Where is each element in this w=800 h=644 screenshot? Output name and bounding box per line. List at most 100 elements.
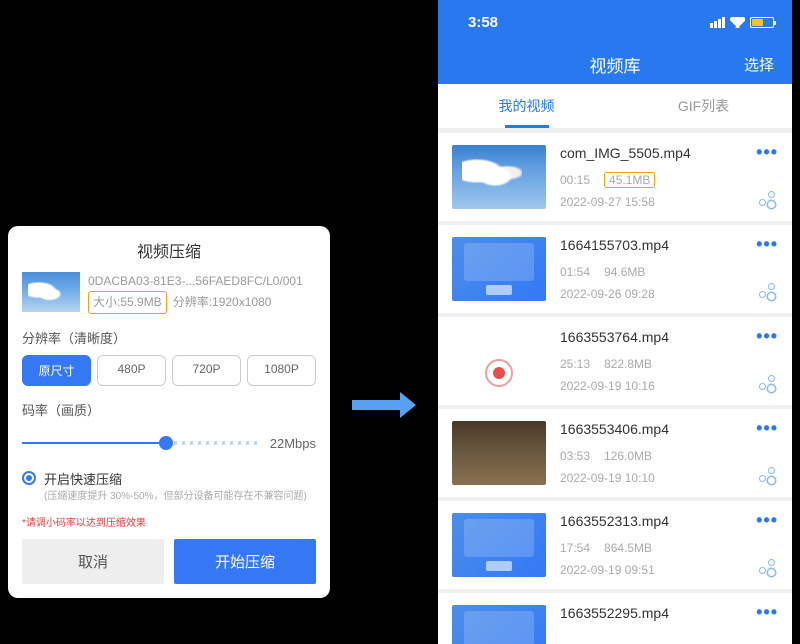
res-option-720p[interactable]: 720P <box>172 355 241 386</box>
video-meta: com_IMG_5505.mp4 00:15 45.1MB 2022-09-27 15… <box>560 145 756 209</box>
more-icon[interactable]: ••• <box>756 515 778 525</box>
list-item[interactable]: 1664155703.mp4 01:54 94.6MB 2022-09-26 09:2… <box>438 225 792 313</box>
video-stats: 03:53 126.0MB <box>560 449 756 463</box>
video-thumbnail <box>452 329 546 393</box>
video-stats: 17:54 864.5MB <box>560 541 756 555</box>
video-meta: 1663553764.mp4 25:13 822.8MB 2022-09-19 10:… <box>560 329 756 393</box>
more-icon[interactable]: ••• <box>756 331 778 341</box>
radio-checked-icon <box>22 471 36 485</box>
bitrate-section-label: 码率（画质） <box>22 400 316 419</box>
video-thumbnail <box>452 145 546 209</box>
dialog-title: 视频压缩 <box>22 238 316 262</box>
start-compress-button[interactable]: 开始压缩 <box>174 539 316 584</box>
more-icon[interactable]: ••• <box>756 147 778 157</box>
video-size: 126.0MB <box>604 449 652 463</box>
bitrate-slider-row: 22Mbps <box>22 433 316 453</box>
status-bar: 3:58 <box>438 0 792 44</box>
file-thumbnail <box>22 272 80 312</box>
video-filename: 1663553764.mp4 <box>560 329 756 345</box>
share-icon[interactable] <box>759 191 775 207</box>
bitrate-slider[interactable] <box>22 433 262 453</box>
signal-icon <box>710 17 725 28</box>
warning-text: *请调小码率以达到压缩效果 <box>22 514 316 529</box>
video-date: 2022-09-26 09:28 <box>560 287 756 301</box>
list-item[interactable]: 1663553764.mp4 25:13 822.8MB 2022-09-19 10:… <box>438 317 792 405</box>
more-icon[interactable]: ••• <box>756 423 778 433</box>
video-filename: 1663552313.mp4 <box>560 513 756 529</box>
video-thumbnail <box>452 605 546 644</box>
res-option-original[interactable]: 原尺寸 <box>22 355 91 386</box>
video-duration: 01:54 <box>560 265 590 279</box>
video-duration: 25:13 <box>560 357 590 371</box>
dialog-buttons: 取消 开始压缩 <box>22 539 316 584</box>
video-stats: 25:13 822.8MB <box>560 357 756 371</box>
fast-compress-sub: (压缩速度提升 30%-50%，但部分设备可能存在不兼容问题) <box>44 490 307 504</box>
share-icon[interactable] <box>759 283 775 299</box>
file-info: 0DACBA03-81E3-...56FAED8FC/L0/001 大小:55.… <box>22 272 316 314</box>
select-button[interactable]: 选择 <box>744 54 774 75</box>
video-date: 2022-09-19 09:51 <box>560 563 756 577</box>
list-item[interactable]: com_IMG_5505.mp4 00:15 45.1MB 2022-09-27 15… <box>438 133 792 221</box>
phone-screen: 3:58 视频库 选择 我的视频 GIF列表 com_IMG_5505.mp4 0… <box>438 0 792 644</box>
cancel-button[interactable]: 取消 <box>22 539 164 584</box>
video-stats: 01:54 94.6MB <box>560 265 756 279</box>
item-actions: ••• <box>756 421 778 485</box>
video-meta: 1663553406.mp4 03:53 126.0MB 2022-09-19 10:… <box>560 421 756 485</box>
video-duration: 17:54 <box>560 541 590 555</box>
video-size: 864.5MB <box>604 541 652 555</box>
compression-dialog: 视频压缩 0DACBA03-81E3-...56FAED8FC/L0/001 大… <box>8 226 330 598</box>
item-actions: ••• <box>756 605 778 644</box>
video-meta: 1664155703.mp4 01:54 94.6MB 2022-09-26 09:2… <box>560 237 756 301</box>
status-time: 3:58 <box>468 14 498 31</box>
resolution-options: 原尺寸 480P 720P 1080P <box>22 355 316 386</box>
video-thumbnail <box>452 421 546 485</box>
wifi-icon <box>730 17 745 28</box>
share-icon[interactable] <box>759 559 775 575</box>
video-stats: 00:15 45.1MB <box>560 172 756 188</box>
item-actions: ••• <box>756 237 778 301</box>
video-thumbnail <box>452 237 546 301</box>
file-size-highlight: 大小:55.9MB <box>88 291 167 314</box>
more-icon[interactable]: ••• <box>756 607 778 617</box>
video-date: 2022-09-19 10:16 <box>560 379 756 393</box>
video-size: 45.1MB <box>604 172 655 188</box>
fast-compress-option[interactable]: 开启快速压缩 (压缩速度提升 30%-50%，但部分设备可能存在不兼容问题) <box>22 469 316 504</box>
item-actions: ••• <box>756 145 778 209</box>
fast-compress-label: 开启快速压缩 <box>44 469 307 488</box>
video-thumbnail <box>452 513 546 577</box>
video-meta: 1663552295.mp4 <box>560 605 756 644</box>
resolution-section-label: 分辨率（清晰度） <box>22 328 316 347</box>
video-filename: com_IMG_5505.mp4 <box>560 145 756 161</box>
share-icon[interactable] <box>759 467 775 483</box>
tabs: 我的视频 GIF列表 <box>438 84 792 129</box>
video-meta: 1663552313.mp4 17:54 864.5MB 2022-09-19 09:… <box>560 513 756 577</box>
bitrate-value: 22Mbps <box>270 436 316 451</box>
video-size: 94.6MB <box>604 265 645 279</box>
item-actions: ••• <box>756 513 778 577</box>
list-item[interactable]: 1663553406.mp4 03:53 126.0MB 2022-09-19 10:… <box>438 409 792 497</box>
video-date: 2022-09-27 15:58 <box>560 195 756 209</box>
video-filename: 1663552295.mp4 <box>560 605 756 621</box>
file-path: 0DACBA03-81E3-...56FAED8FC/L0/001 <box>88 272 316 291</box>
arrow-right-icon <box>352 390 416 420</box>
more-icon[interactable]: ••• <box>756 239 778 249</box>
tab-gif-list[interactable]: GIF列表 <box>615 84 792 128</box>
list-item[interactable]: 1663552313.mp4 17:54 864.5MB 2022-09-19 09:… <box>438 501 792 589</box>
res-option-480p[interactable]: 480P <box>97 355 166 386</box>
item-actions: ••• <box>756 329 778 393</box>
video-duration: 03:53 <box>560 449 590 463</box>
file-resolution: 分辨率:1920x1080 <box>173 293 272 312</box>
video-date: 2022-09-19 10:10 <box>560 471 756 485</box>
battery-icon <box>750 17 774 28</box>
res-option-1080p[interactable]: 1080P <box>247 355 316 386</box>
video-duration: 00:15 <box>560 173 590 187</box>
video-filename: 1663553406.mp4 <box>560 421 756 437</box>
share-icon[interactable] <box>759 375 775 391</box>
nav-bar: 视频库 选择 <box>438 44 792 84</box>
video-size: 822.8MB <box>604 357 652 371</box>
video-list[interactable]: com_IMG_5505.mp4 00:15 45.1MB 2022-09-27 15… <box>438 129 792 644</box>
video-filename: 1664155703.mp4 <box>560 237 756 253</box>
tab-my-videos[interactable]: 我的视频 <box>438 84 615 128</box>
list-item[interactable]: 1663552295.mp4••• <box>438 593 792 644</box>
nav-title: 视频库 <box>590 52 641 77</box>
